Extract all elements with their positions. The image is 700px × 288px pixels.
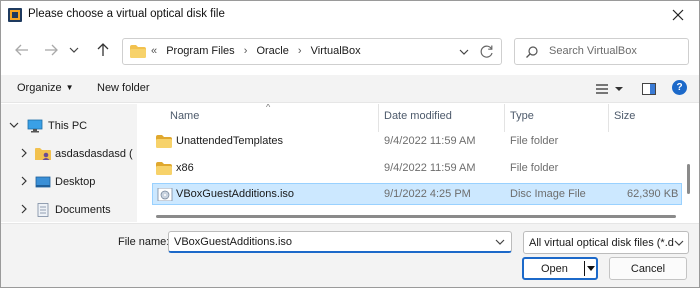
column-header-date[interactable]: Date modified bbox=[384, 110, 452, 122]
open-button[interactable]: Open bbox=[522, 257, 598, 280]
breadcrumb-virtualbox[interactable]: VirtualBox bbox=[311, 45, 361, 57]
disc-image-icon bbox=[157, 188, 173, 201]
arrow-right-icon[interactable] bbox=[40, 39, 62, 61]
file-type: Disc Image File bbox=[510, 188, 586, 200]
file-date: 9/4/2022 11:59 AM bbox=[384, 135, 476, 147]
column-header-size[interactable]: Size bbox=[614, 110, 635, 122]
file-row[interactable]: UnattendedTemplates 9/4/2022 11:59 AM Fi… bbox=[152, 131, 682, 153]
chevron-down-icon[interactable] bbox=[495, 237, 505, 247]
file-name-field[interactable]: VBoxGuestAdditions.iso bbox=[168, 231, 512, 253]
column-divider[interactable] bbox=[378, 104, 379, 132]
sidebar-item-desktop[interactable]: Desktop bbox=[1, 173, 137, 193]
breadcrumb-separator[interactable]: › bbox=[244, 45, 248, 57]
sidebar-item-user[interactable]: asdasdasdasd ( bbox=[1, 145, 137, 165]
column-header-name[interactable]: Name bbox=[170, 110, 199, 122]
chevron-down-icon[interactable] bbox=[9, 120, 19, 130]
caret-down-icon[interactable] bbox=[587, 264, 595, 272]
folder-icon bbox=[156, 135, 172, 148]
search-input[interactable]: Search VirtualBox bbox=[514, 38, 689, 65]
search-placeholder: Search VirtualBox bbox=[549, 45, 637, 57]
breadcrumb: « Program Files › Oracle › VirtualBox bbox=[151, 45, 367, 57]
file-name-value: VBoxGuestAdditions.iso bbox=[174, 236, 293, 248]
file-size: 62,390 KB bbox=[627, 188, 679, 200]
navigation-pane: This PC asdasdasdasd ( Desktop Documents bbox=[1, 104, 137, 222]
chevron-right-icon[interactable] bbox=[19, 176, 29, 186]
file-type-filter[interactable]: All virtual optical disk files (*.dr bbox=[523, 231, 689, 254]
breadcrumb-separator[interactable]: › bbox=[298, 45, 302, 57]
sidebar-item-label: asdasdasdasd ( bbox=[55, 148, 133, 160]
file-open-dialog: Please choose a virtual optical disk fil… bbox=[0, 0, 700, 288]
file-name-label: File name: bbox=[118, 236, 170, 248]
chevron-right-icon[interactable] bbox=[19, 148, 29, 158]
folder-icon bbox=[156, 162, 172, 175]
file-type: File folder bbox=[510, 162, 559, 174]
desktop-icon bbox=[35, 176, 51, 188]
dialog-footer: File name: VBoxGuestAdditions.iso All vi… bbox=[1, 223, 699, 287]
chevron-down-icon[interactable] bbox=[674, 238, 684, 248]
chevron-down-icon[interactable] bbox=[67, 39, 81, 61]
file-row-selected[interactable]: VBoxGuestAdditions.iso 9/1/2022 4:25 PM … bbox=[152, 183, 682, 205]
title-bar: Please choose a virtual optical disk fil… bbox=[1, 1, 699, 29]
view-options-icon[interactable] bbox=[594, 81, 624, 97]
sort-ascending-icon: ^ bbox=[266, 104, 271, 112]
arrow-left-icon[interactable] bbox=[11, 39, 33, 61]
computer-icon bbox=[27, 119, 43, 133]
breadcrumb-oracle[interactable]: Oracle bbox=[256, 45, 288, 57]
documents-icon bbox=[37, 203, 49, 217]
search-icon bbox=[526, 46, 538, 58]
open-button-label: Open bbox=[541, 263, 568, 275]
virtualbox-icon bbox=[8, 8, 22, 22]
column-header-type[interactable]: Type bbox=[510, 110, 534, 122]
sidebar-item-this-pc[interactable]: This PC bbox=[1, 117, 137, 137]
breadcrumb-overflow[interactable]: « bbox=[151, 45, 157, 57]
cancel-button[interactable]: Cancel bbox=[609, 257, 687, 280]
folder-icon bbox=[130, 45, 146, 58]
arrow-up-icon[interactable] bbox=[92, 39, 114, 61]
file-type-filter-value: All virtual optical disk files (*.dr bbox=[529, 237, 678, 249]
vertical-scrollbar[interactable] bbox=[687, 164, 690, 194]
file-name: VBoxGuestAdditions.iso bbox=[176, 188, 295, 200]
file-date: 9/1/2022 4:25 PM bbox=[384, 188, 471, 200]
column-divider[interactable] bbox=[608, 104, 609, 132]
organize-label: Organize bbox=[17, 82, 62, 94]
file-name: x86 bbox=[176, 162, 194, 174]
split-divider bbox=[584, 261, 585, 276]
sidebar-item-label: This PC bbox=[48, 120, 88, 132]
sidebar-item-documents[interactable]: Documents bbox=[1, 201, 137, 221]
cancel-button-label: Cancel bbox=[630, 263, 666, 275]
file-name: UnattendedTemplates bbox=[176, 135, 284, 147]
file-date: 9/4/2022 11:59 AM bbox=[384, 162, 476, 174]
file-type: File folder bbox=[510, 135, 559, 147]
chevron-right-icon[interactable] bbox=[19, 204, 29, 214]
caret-down-icon: ▼ bbox=[65, 83, 74, 92]
command-bar: Organize ▼ New folder ? bbox=[1, 75, 699, 103]
help-icon[interactable]: ? bbox=[672, 80, 687, 95]
organize-button[interactable]: Organize ▼ bbox=[17, 82, 74, 94]
chevron-down-icon[interactable] bbox=[456, 43, 472, 61]
close-icon[interactable] bbox=[667, 5, 689, 25]
sidebar-item-label: Documents bbox=[55, 204, 111, 216]
sidebar-item-label: Desktop bbox=[55, 176, 96, 188]
address-bar[interactable]: « Program Files › Oracle › VirtualBox bbox=[122, 38, 502, 65]
user-folder-icon bbox=[35, 148, 51, 160]
window-title: Please choose a virtual optical disk fil… bbox=[28, 8, 225, 20]
new-folder-button[interactable]: New folder bbox=[97, 82, 150, 94]
column-divider[interactable] bbox=[504, 104, 505, 132]
refresh-icon[interactable] bbox=[478, 43, 496, 61]
horizontal-scrollbar[interactable] bbox=[156, 215, 676, 218]
breadcrumb-program-files[interactable]: Program Files bbox=[166, 45, 234, 57]
file-list: ^ Name Date modified Type Size Unattende… bbox=[138, 104, 699, 222]
file-row[interactable]: x86 9/4/2022 11:59 AM File folder bbox=[152, 158, 682, 180]
preview-pane-icon[interactable] bbox=[641, 81, 657, 97]
